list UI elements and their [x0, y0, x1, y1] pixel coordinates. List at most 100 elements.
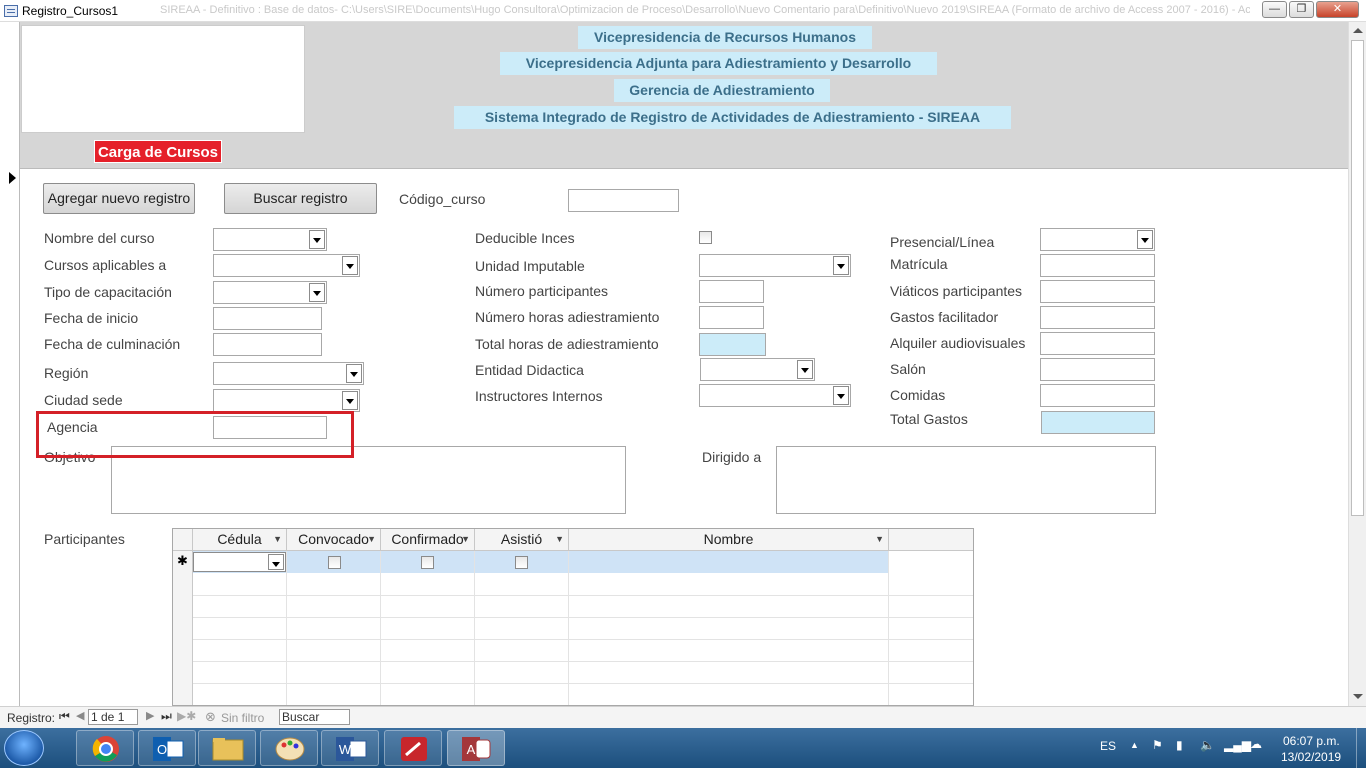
add-record-button[interactable]: Agregar nuevo registro — [43, 183, 195, 214]
filter-icon: ⊗ — [205, 709, 216, 724]
acrobat-icon[interactable] — [384, 730, 442, 766]
sort-caret-icon[interactable]: ▼ — [461, 529, 470, 550]
scroll-down-icon[interactable] — [1353, 694, 1363, 699]
chevron-down-icon[interactable] — [833, 386, 849, 405]
end-date-input[interactable] — [213, 333, 322, 356]
access-icon[interactable]: A — [447, 730, 505, 766]
svg-text:A: A — [467, 742, 476, 757]
outlook-icon[interactable]: O — [138, 730, 196, 766]
room-input[interactable] — [1040, 358, 1155, 381]
modality-combo[interactable] — [1040, 228, 1155, 251]
grid-line — [474, 551, 475, 705]
sort-caret-icon[interactable]: ▼ — [555, 529, 564, 550]
convocado-checkbox[interactable] — [328, 556, 341, 569]
new-record-row[interactable] — [193, 551, 889, 573]
column-header-empty — [889, 529, 973, 551]
directed-to-textarea[interactable] — [776, 446, 1156, 514]
chevron-down-icon[interactable] — [342, 391, 358, 410]
column-header-asistio[interactable]: Asistió ▼ — [475, 529, 569, 551]
column-header-confirmado[interactable]: Confirmado ▼ — [381, 529, 475, 551]
city-combo[interactable] — [213, 389, 360, 412]
scroll-up-icon[interactable] — [1353, 28, 1363, 33]
travel-expenses-label: Viáticos participantes — [890, 283, 1023, 299]
network-icon[interactable]: ▂▄▆ — [1224, 738, 1251, 752]
start-date-input[interactable] — [213, 307, 322, 330]
select-all-corner[interactable] — [173, 529, 193, 551]
column-header-convocado[interactable]: Convocado ▼ — [287, 529, 381, 551]
last-record-icon[interactable]: ⏭ — [161, 709, 172, 724]
chevron-down-icon[interactable] — [309, 283, 325, 302]
total-hours-field — [699, 333, 766, 356]
first-record-icon[interactable]: ⏮ — [59, 709, 70, 724]
asistio-checkbox[interactable] — [515, 556, 528, 569]
confirmado-checkbox[interactable] — [421, 556, 434, 569]
search-input[interactable]: Buscar — [279, 709, 350, 725]
deductible-checkbox[interactable] — [699, 231, 712, 244]
unit-combo[interactable] — [699, 254, 851, 277]
word-icon[interactable]: W — [321, 730, 379, 766]
chrome-icon[interactable] — [76, 730, 134, 766]
participants-datasheet[interactable]: Cédula ▼ Convocado ▼ Confirmado ▼ Asistió ▼ … — [172, 528, 974, 706]
next-record-icon[interactable]: ▶ — [146, 709, 154, 722]
chevron-down-icon[interactable] — [833, 256, 849, 275]
training-type-combo[interactable] — [213, 281, 327, 304]
paint-icon[interactable] — [260, 730, 318, 766]
show-desktop-button[interactable] — [1356, 728, 1366, 768]
sort-caret-icon[interactable]: ▼ — [875, 529, 884, 550]
sort-caret-icon[interactable]: ▼ — [273, 529, 282, 550]
restore-button[interactable]: ❐ — [1289, 1, 1314, 18]
search-record-button[interactable]: Buscar registro — [224, 183, 377, 214]
record-selector[interactable] — [0, 22, 20, 706]
unit-label: Unidad Imputable — [475, 258, 585, 274]
cedula-combo[interactable] — [193, 552, 286, 572]
start-button[interactable] — [4, 730, 44, 766]
chevron-down-icon[interactable] — [1137, 230, 1153, 249]
deductible-label: Deducible Inces — [475, 230, 575, 246]
column-header-cedula[interactable]: Cédula ▼ — [193, 529, 287, 551]
entity-combo[interactable] — [700, 358, 815, 381]
enrollment-label: Matrícula — [890, 256, 948, 272]
column-header-nombre[interactable]: Nombre ▼ — [569, 529, 889, 551]
code-input[interactable] — [568, 189, 679, 212]
participants-count-input[interactable] — [699, 280, 764, 303]
hours-input[interactable] — [699, 306, 764, 329]
explorer-icon[interactable] — [198, 730, 256, 766]
previous-record-icon[interactable]: ◀ — [76, 709, 84, 722]
banner-vp-adjunta: Vicepresidencia Adjunta para Adiestramie… — [500, 52, 937, 75]
battery-icon[interactable]: ▮ — [1176, 738, 1183, 752]
volume-icon[interactable]: 🔈 — [1200, 738, 1215, 752]
action-center-icon[interactable]: ⚑ — [1152, 738, 1163, 752]
vertical-scrollbar[interactable] — [1348, 22, 1366, 706]
applicable-combo[interactable] — [213, 254, 360, 277]
course-name-combo[interactable] — [213, 228, 327, 251]
new-record-icon[interactable]: ▶✱ — [177, 709, 196, 723]
enrollment-input[interactable] — [1040, 254, 1155, 277]
close-button[interactable]: ✕ — [1316, 1, 1359, 18]
av-rental-input[interactable] — [1040, 332, 1155, 355]
minimize-button[interactable]: — — [1262, 1, 1287, 18]
record-position-input[interactable]: 1 de 1 — [88, 709, 138, 725]
filter-status[interactable]: Sin filtro — [221, 711, 264, 725]
clock-date[interactable]: 13/02/2019 — [1281, 750, 1341, 764]
clock-time[interactable]: 06:07 p.m. — [1283, 734, 1340, 748]
chevron-down-icon[interactable] — [346, 364, 362, 383]
chevron-down-icon[interactable] — [342, 256, 358, 275]
chevron-down-icon[interactable] — [309, 230, 325, 249]
sort-caret-icon[interactable]: ▼ — [367, 529, 376, 550]
scroll-thumb[interactable] — [1351, 40, 1364, 516]
facilitator-input[interactable] — [1040, 306, 1155, 329]
participants-count-label: Número participantes — [475, 283, 609, 299]
current-record-icon — [9, 172, 16, 184]
instructors-combo[interactable] — [699, 384, 851, 407]
cloud-sync-icon[interactable]: ☁ — [1250, 737, 1262, 751]
meals-input[interactable] — [1040, 384, 1155, 407]
meals-label: Comidas — [890, 387, 946, 403]
region-combo[interactable] — [213, 362, 364, 385]
language-indicator[interactable]: ES — [1100, 739, 1116, 753]
chevron-down-icon[interactable] — [797, 360, 813, 379]
agency-highlight-box — [36, 411, 354, 458]
travel-expenses-input[interactable] — [1040, 280, 1155, 303]
grid-line — [286, 551, 287, 705]
chevron-down-icon[interactable] — [268, 554, 284, 570]
show-hidden-icons-icon[interactable]: ▲ — [1130, 740, 1139, 750]
